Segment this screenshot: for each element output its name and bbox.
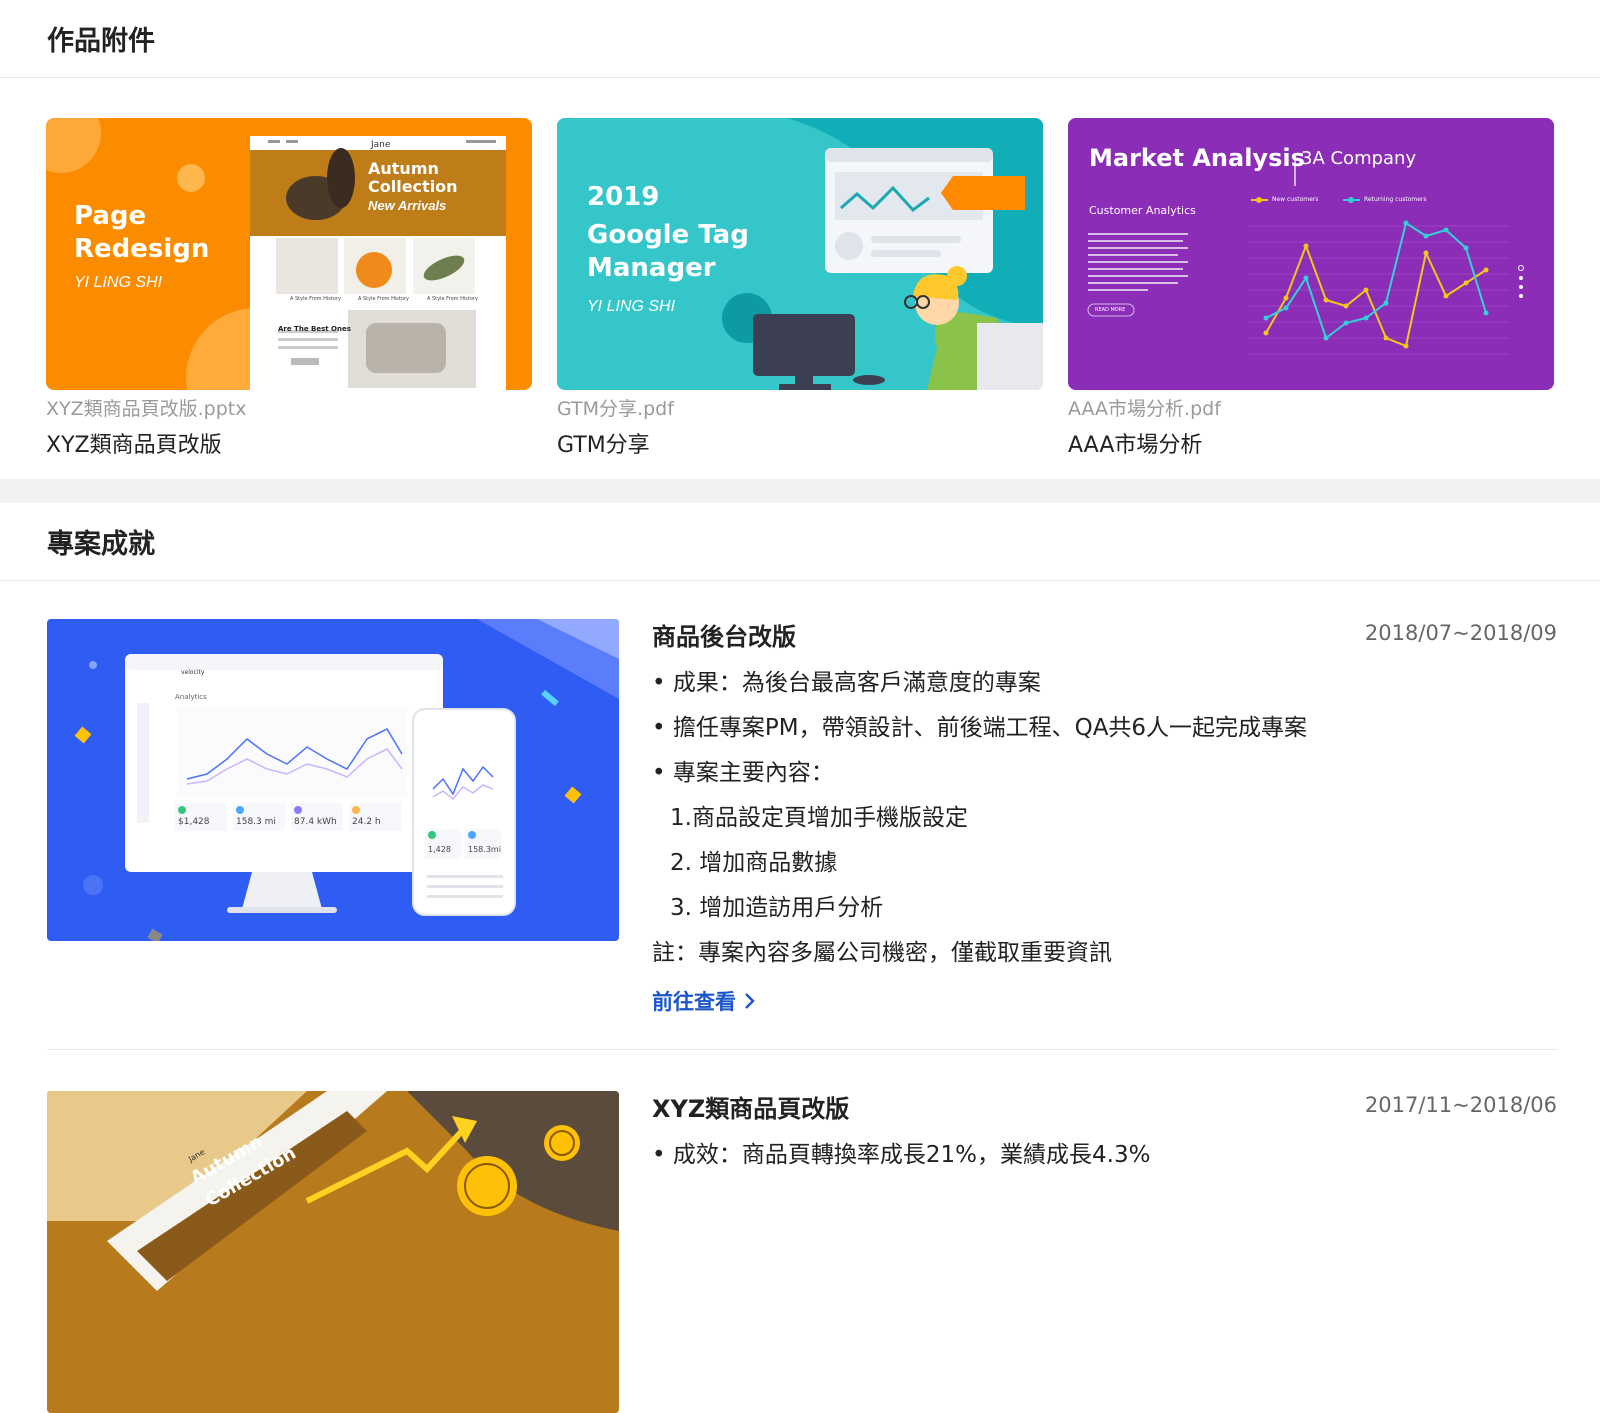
attachment-thumbnail[interactable]: Market Analysis 3A Company Customer Anal… — [1068, 118, 1554, 390]
thumb-caption-2: A Style From History — [358, 296, 409, 302]
project-subitem: 1.商品設定頁增加手機版設定 — [670, 805, 968, 831]
attachments-list: Page Redesign YI LING SHI Jane Autumn Co… — [0, 78, 1600, 479]
project-item: Autumn Collection Jane XYZ類商品頁改版 2017/11… — [47, 1091, 1557, 1413]
project-bullet: • 成果：為後台最高客戶滿意度的專案 — [652, 670, 1041, 696]
project-subitem: 3. 增加造訪用戶分析 — [670, 895, 884, 921]
mock-stat-4: 24.2 h — [352, 817, 381, 827]
attachment-file-name[interactable]: AAA市場分析.pdf — [1068, 394, 1554, 421]
project-image[interactable]: Autumn Collection Jane — [47, 1091, 619, 1413]
project-item: velocity Analytics $1,428 158.3 mi 87.4 … — [47, 619, 1557, 1039]
mock-stat-1: $1,428 — [178, 817, 210, 827]
project-list: velocity Analytics $1,428 158.3 mi 87.4 … — [0, 581, 1600, 1413]
thumb-hero-line1: Autumn — [368, 159, 439, 178]
attachment-title: GTM分享 — [557, 433, 650, 458]
mock-app-name: velocity — [181, 669, 205, 676]
view-project-link[interactable]: 前往查看 — [652, 986, 758, 1016]
project-details: 商品後台改版 2018/07~2018/09 • 成果：為後台最高客戶滿意度的專… — [652, 619, 1557, 1016]
thumb-company: 3A Company — [1301, 148, 1417, 169]
thumb-author: YI LING SHI — [74, 274, 163, 291]
project-date: 2017/11~2018/06 — [1364, 1093, 1557, 1117]
thumb-hero-line3: New Arrivals — [368, 198, 447, 213]
project-date: 2018/07~2018/09 — [1364, 621, 1557, 645]
attachment-card-page-redesign[interactable]: Page Redesign YI LING SHI Jane Autumn Co… — [46, 118, 532, 459]
thumb-author: YI LING SHI — [587, 298, 676, 315]
thumb-title-line3: Manager — [587, 253, 716, 283]
achievements-heading: 專案成就 — [47, 529, 155, 560]
xyz-mock-art — [47, 1091, 619, 1413]
mock-screen-title: Analytics — [175, 693, 207, 701]
project-bullet: • 專案主要內容： — [652, 760, 834, 786]
thumb-caption-1: A Style From History — [290, 296, 341, 302]
achievements-header: 專案成就 — [0, 503, 1600, 581]
chevron-right-icon — [745, 993, 755, 1009]
project-note: 註：專案內容多屬公司機密，僅截取重要資訊 — [652, 940, 1112, 966]
thumb-title-line1: 2019 — [587, 182, 660, 212]
thumb-subtitle: Customer Analytics — [1089, 204, 1196, 217]
attachment-title: XYZ類商品頁改版 — [46, 433, 222, 458]
project-bullet: • 擔任專案PM，帶領設計、前後端工程、QA共6人一起完成專案 — [652, 715, 1308, 741]
section-gap — [0, 479, 1600, 503]
mock-stat-3: 87.4 kWh — [294, 817, 337, 827]
thumb-caption-3: A Style From History — [427, 296, 478, 302]
attachment-file-name[interactable]: GTM分享.pdf — [557, 394, 1043, 421]
project-subitem: 2. 增加商品數據 — [670, 850, 838, 876]
thumb-section-title: Are The Best Ones — [278, 325, 351, 333]
thumb-brand: Jane — [371, 140, 391, 150]
view-project-label: 前往查看 — [652, 990, 736, 1014]
mock-phone-stat-1: 1,428 — [428, 845, 451, 854]
project-bullet: • 成效：商品頁轉換率成長21%，業績成長4.3% — [652, 1142, 1151, 1168]
project-divider — [47, 1049, 1557, 1050]
thumb-read-more: READ MORE — [1095, 307, 1126, 313]
attachment-thumbnail[interactable]: 2019 Google Tag Manager YI LING SHI — [557, 118, 1043, 390]
attachments-header: 作品附件 — [0, 0, 1600, 78]
thumb-legend-new: New customers — [1272, 196, 1319, 203]
project-details: XYZ類商品頁改版 2017/11~2018/06 • 成效：商品頁轉換率成長2… — [652, 1091, 1557, 1178]
thumb-hero-line2: Collection — [368, 177, 458, 196]
mock-phone-stat-2: 158.3mi — [468, 845, 501, 854]
thumb-title-line2: Google Tag — [587, 220, 749, 250]
thumb-title: Market Analysis — [1089, 144, 1305, 172]
attachments-heading: 作品附件 — [47, 26, 155, 57]
thumb-legend-returning: Returning customers — [1364, 196, 1427, 203]
attachment-title: AAA市場分析 — [1068, 433, 1203, 458]
attachment-file-name[interactable]: XYZ類商品頁改版.pptx — [46, 394, 532, 421]
attachment-card-market-analysis[interactable]: Market Analysis 3A Company Customer Anal… — [1068, 118, 1554, 459]
dashboard-mock-art — [74, 619, 619, 941]
project-image[interactable]: velocity Analytics $1,428 158.3 mi 87.4 … — [47, 619, 619, 941]
mock-stat-2: 158.3 mi — [236, 817, 276, 827]
attachment-thumbnail[interactable]: Page Redesign YI LING SHI Jane Autumn Co… — [46, 118, 532, 390]
thumb-title-line1: Page — [74, 201, 147, 231]
thumb-title-line2: Redesign — [74, 234, 210, 264]
attachment-card-gtm[interactable]: 2019 Google Tag Manager YI LING SHI GTM分… — [557, 118, 1043, 459]
